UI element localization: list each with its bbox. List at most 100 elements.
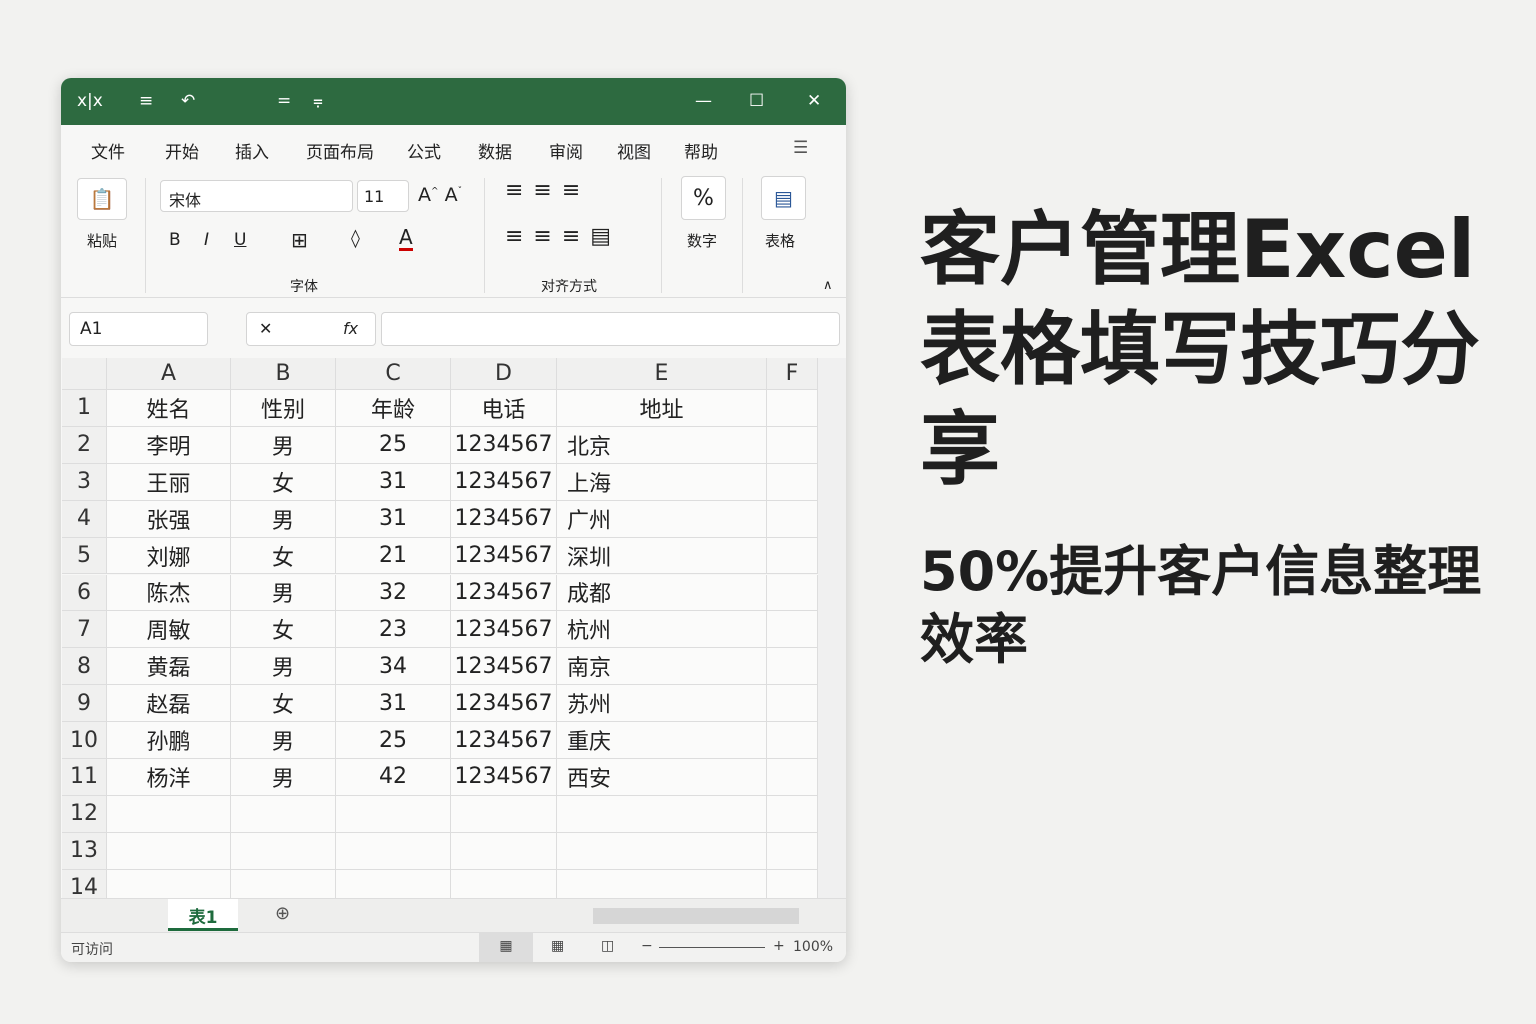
cell[interactable] [767,500,818,538]
cell[interactable] [767,426,818,464]
row-header[interactable]: 2 [62,426,107,464]
cell[interactable]: 25 [336,722,451,759]
row-header[interactable]: 3 [62,463,107,501]
cell[interactable]: 男 [231,574,336,612]
cell[interactable]: 1234567 [451,537,557,575]
cell[interactable]: 女 [231,611,336,649]
cell[interactable]: 刘娜 [107,537,231,575]
cell[interactable]: 上海 [557,463,767,501]
column-header[interactable]: B [231,358,336,390]
zoom-in-button[interactable]: + [773,938,785,954]
cell[interactable]: 性别 [231,390,336,427]
row-header[interactable]: 7 [62,611,107,649]
borders-icon[interactable]: ⊞ [291,228,308,252]
column-header[interactable]: E [557,358,767,390]
cell[interactable] [767,611,818,649]
normal-view-button[interactable]: ▦ [479,933,533,962]
tab-help[interactable]: 帮助 [684,138,718,163]
cell[interactable] [767,390,818,427]
cell[interactable]: 年龄 [336,390,451,427]
customize-icon[interactable]: = [277,91,291,111]
fx-icon[interactable]: fx [343,319,358,338]
cell[interactable]: 31 [336,500,451,538]
cell[interactable] [767,463,818,501]
cell[interactable]: 23 [336,611,451,649]
cell[interactable]: 南京 [557,648,767,686]
cell[interactable] [767,832,818,870]
cell[interactable]: 男 [231,648,336,686]
cell[interactable] [336,832,451,870]
cell[interactable] [557,795,767,833]
cell[interactable] [767,648,818,686]
row-header[interactable]: 10 [62,722,107,759]
cell[interactable] [451,832,557,870]
font-color-icon[interactable]: A [399,226,413,251]
cell[interactable]: 周敏 [107,611,231,649]
column-header[interactable]: C [336,358,451,390]
close-button[interactable]: ✕ [807,91,821,111]
cell[interactable]: 1234567 [451,574,557,612]
cell[interactable] [767,685,818,723]
select-all-corner[interactable] [62,358,107,390]
grow-font-icon[interactable]: A^ Aˇ [418,184,462,206]
zoom-out-button[interactable]: − [641,938,653,954]
cell[interactable]: 苏州 [557,685,767,723]
tab-home[interactable]: 开始 [165,138,199,163]
row-header[interactable]: 13 [62,832,107,870]
cell[interactable] [767,759,818,796]
undo-icon[interactable]: ↶ [181,91,195,111]
cell[interactable]: 杨洋 [107,759,231,796]
vertical-scrollbar[interactable] [818,358,846,898]
cell[interactable] [767,722,818,759]
maximize-button[interactable]: ☐ [749,91,764,111]
cell[interactable]: 女 [231,537,336,575]
row-header[interactable]: 1 [62,390,107,427]
row-header[interactable]: 11 [62,759,107,796]
sheet-tab[interactable]: 表1 [168,899,238,931]
tab-view[interactable]: 视图 [617,138,651,163]
cell[interactable]: 1234567 [451,463,557,501]
cell[interactable]: 31 [336,463,451,501]
cell[interactable] [557,832,767,870]
add-sheet-button[interactable]: ⊕ [275,903,290,924]
tab-formulas[interactable]: 公式 [407,138,441,163]
cell[interactable]: 成都 [557,574,767,612]
cell[interactable]: 张强 [107,500,231,538]
cell[interactable] [231,795,336,833]
collapse-ribbon-icon[interactable]: ∧ [823,278,833,293]
column-header[interactable]: A [107,358,231,390]
cell[interactable]: 西安 [557,759,767,796]
name-box[interactable]: A1 [69,312,208,346]
row-header[interactable]: 5 [62,537,107,575]
row-header[interactable]: 6 [62,574,107,612]
cell[interactable]: 1234567 [451,685,557,723]
ribbon-options-icon[interactable]: ☰ [793,138,808,158]
cell[interactable]: 王丽 [107,463,231,501]
cell[interactable]: 赵磊 [107,685,231,723]
cell[interactable] [767,795,818,833]
font-name-select[interactable]: 宋体 [160,180,353,212]
cell[interactable] [767,574,818,612]
bold-button[interactable]: B [169,230,181,250]
cell[interactable]: 男 [231,722,336,759]
cell[interactable]: 黄磊 [107,648,231,686]
row-header[interactable]: 8 [62,648,107,686]
cell[interactable]: 孙鹏 [107,722,231,759]
cell[interactable]: 广州 [557,500,767,538]
cell[interactable]: 1234567 [451,759,557,796]
filter-icon[interactable]: ⩦ [313,91,323,111]
zoom-slider[interactable] [659,947,765,948]
row-header[interactable]: 4 [62,500,107,538]
cell[interactable]: 电话 [451,390,557,427]
cell[interactable]: 男 [231,500,336,538]
cell[interactable]: 李明 [107,426,231,464]
cell[interactable] [107,832,231,870]
percent-button[interactable]: % [681,176,726,220]
cell[interactable]: 陈杰 [107,574,231,612]
cell[interactable]: 北京 [557,426,767,464]
tab-insert[interactable]: 插入 [235,138,269,163]
horizontal-align-icons[interactable]: ≡≡≡▤ [505,224,621,249]
column-header[interactable]: F [767,358,818,390]
cell[interactable]: 32 [336,574,451,612]
fill-color-icon[interactable]: ◊ [351,228,360,249]
